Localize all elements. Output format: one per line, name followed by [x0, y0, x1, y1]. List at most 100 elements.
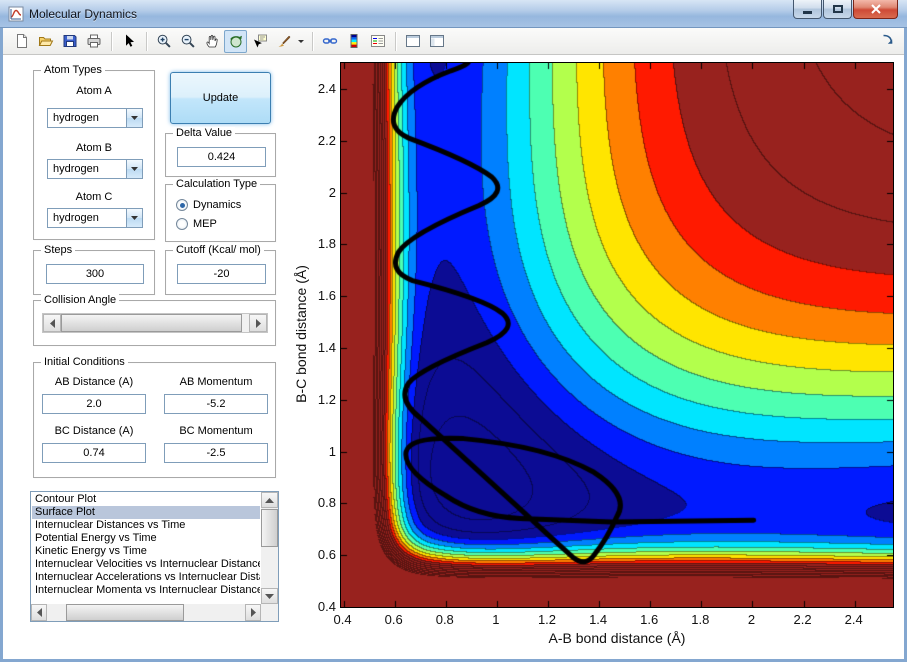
- radio-icon: [176, 199, 188, 211]
- radio-mep[interactable]: MEP: [176, 217, 217, 231]
- radio-label: MEP: [193, 218, 217, 230]
- brush-dropdown-caret[interactable]: [296, 30, 306, 53]
- link-plots-tool[interactable]: [318, 30, 341, 53]
- window-title: Molecular Dynamics: [29, 7, 137, 21]
- window-controls: [792, 0, 898, 19]
- cutoff-field[interactable]: [177, 264, 266, 284]
- scrollbar-corner: [261, 604, 278, 621]
- ab-distance-label: AB Distance (A): [42, 376, 146, 388]
- toolbar-separator: [111, 32, 112, 51]
- atom-c-dropdown[interactable]: hydrogen: [47, 208, 143, 228]
- dock-figure-arrow[interactable]: [881, 33, 897, 49]
- slider-left-arrow[interactable]: [43, 314, 61, 332]
- minimize-icon: [803, 11, 812, 14]
- calculation-type-panel: Calculation Type Dynamics MEP: [165, 184, 276, 242]
- list-item[interactable]: Kinetic Energy vs Time: [32, 545, 260, 558]
- scrollbar-thumb[interactable]: [66, 604, 184, 621]
- slider-thumb[interactable]: [61, 314, 242, 332]
- x-tick-label: 1.2: [527, 612, 567, 627]
- new-figure[interactable]: [10, 30, 33, 53]
- chevron-down-icon[interactable]: [126, 160, 142, 178]
- panel-title: Atom Types: [41, 64, 105, 76]
- atom-a-label: Atom A: [34, 85, 154, 97]
- hide-plot-tools-button[interactable]: [401, 30, 424, 53]
- collision-angle-slider[interactable]: [42, 313, 268, 333]
- delta-value-field[interactable]: [177, 147, 266, 167]
- y-tick-label: 2.4: [304, 81, 336, 96]
- insert-colorbar-tool[interactable]: [342, 30, 365, 53]
- listbox-horizontal-scrollbar[interactable]: [31, 604, 261, 621]
- atom-types-panel: Atom Types Atom A hydrogen Atom B hydrog…: [33, 70, 155, 240]
- pan-tool[interactable]: [200, 30, 223, 53]
- window-border-left: [0, 28, 3, 662]
- data-cursor-tool[interactable]: [248, 30, 271, 53]
- close-icon: [871, 4, 881, 14]
- y-tick-label: 1: [304, 444, 336, 459]
- contour-plot[interactable]: [340, 62, 894, 608]
- list-item[interactable]: Internuclear Velocities vs Internuclear …: [32, 558, 260, 571]
- y-tick-label: 2.2: [304, 133, 336, 148]
- radio-icon: [176, 218, 188, 230]
- toolbar-separator: [312, 32, 313, 51]
- open-file[interactable]: [34, 30, 57, 53]
- update-button[interactable]: Update: [170, 72, 271, 124]
- zoom-out-tool[interactable]: [176, 30, 199, 53]
- plot-type-listbox[interactable]: Contour PlotSurface PlotInternuclear Dis…: [30, 491, 279, 622]
- bc-distance-field[interactable]: [42, 443, 146, 463]
- chevron-down-icon[interactable]: [126, 109, 142, 127]
- steps-panel: Steps: [33, 250, 155, 295]
- list-item[interactable]: Internuclear Accelerations vs Internucle…: [32, 571, 260, 584]
- scroll-right-arrow[interactable]: [245, 604, 261, 621]
- pointer-tool[interactable]: [117, 30, 140, 53]
- brush-tool[interactable]: [272, 30, 295, 53]
- panel-title: Delta Value: [173, 127, 235, 139]
- minimize-button[interactable]: [793, 0, 822, 19]
- x-tick-label: 1.4: [578, 612, 618, 627]
- scroll-left-arrow[interactable]: [31, 604, 47, 621]
- bc-distance-label: BC Distance (A): [42, 425, 146, 437]
- maximize-button[interactable]: [823, 0, 852, 19]
- list-item[interactable]: Contour Plot: [32, 493, 260, 506]
- list-item[interactable]: Internuclear Distances vs Time: [32, 519, 260, 532]
- x-axis-label: A-B bond distance (Å): [340, 630, 894, 646]
- x-tick-label: 1: [476, 612, 516, 627]
- scroll-up-arrow[interactable]: [261, 492, 278, 508]
- list-item[interactable]: Surface Plot: [32, 506, 260, 519]
- toolbar-separator: [146, 32, 147, 51]
- x-tick-label: 0.8: [425, 612, 465, 627]
- atom-b-dropdown[interactable]: hydrogen: [47, 159, 143, 179]
- y-axis-label: B-C bond distance (Å): [293, 265, 309, 403]
- print-figure[interactable]: [82, 30, 105, 53]
- chevron-down-icon[interactable]: [126, 209, 142, 227]
- initial-conditions-panel: Initial Conditions AB Distance (A) AB Mo…: [33, 362, 276, 478]
- list-item[interactable]: Potential Energy vs Time: [32, 532, 260, 545]
- save-figure[interactable]: [58, 30, 81, 53]
- insert-legend-tool[interactable]: [366, 30, 389, 53]
- x-tick-label: 2.2: [783, 612, 823, 627]
- radio-dynamics[interactable]: Dynamics: [176, 198, 241, 212]
- scroll-down-arrow[interactable]: [261, 588, 278, 604]
- panel-title: Cutoff (Kcal/ mol): [173, 244, 264, 256]
- close-button[interactable]: [853, 0, 898, 19]
- show-plot-tools-button[interactable]: [425, 30, 448, 53]
- zoom-in-tool[interactable]: [152, 30, 175, 53]
- list-item[interactable]: Internuclear Momenta vs Internuclear Dis…: [32, 584, 260, 597]
- panel-title: Collision Angle: [41, 294, 119, 306]
- steps-field[interactable]: [46, 264, 144, 284]
- collision-angle-panel: Collision Angle: [33, 300, 276, 346]
- title-bar[interactable]: Molecular Dynamics: [0, 0, 907, 28]
- toolbar-separator: [395, 32, 396, 51]
- atom-c-label: Atom C: [34, 191, 154, 203]
- ab-momentum-field[interactable]: [164, 394, 268, 414]
- app-icon: [8, 6, 24, 22]
- bc-momentum-field[interactable]: [164, 443, 268, 463]
- atom-a-dropdown[interactable]: hydrogen: [47, 108, 143, 128]
- rotate-3d-tool[interactable]: [224, 30, 247, 53]
- slider-right-arrow[interactable]: [249, 314, 267, 332]
- x-tick-label: 2: [731, 612, 771, 627]
- ab-distance-field[interactable]: [42, 394, 146, 414]
- listbox-items: Contour PlotSurface PlotInternuclear Dis…: [32, 493, 260, 603]
- x-tick-label: 1.8: [680, 612, 720, 627]
- listbox-vertical-scrollbar[interactable]: [261, 492, 278, 604]
- scrollbar-thumb[interactable]: [261, 509, 278, 547]
